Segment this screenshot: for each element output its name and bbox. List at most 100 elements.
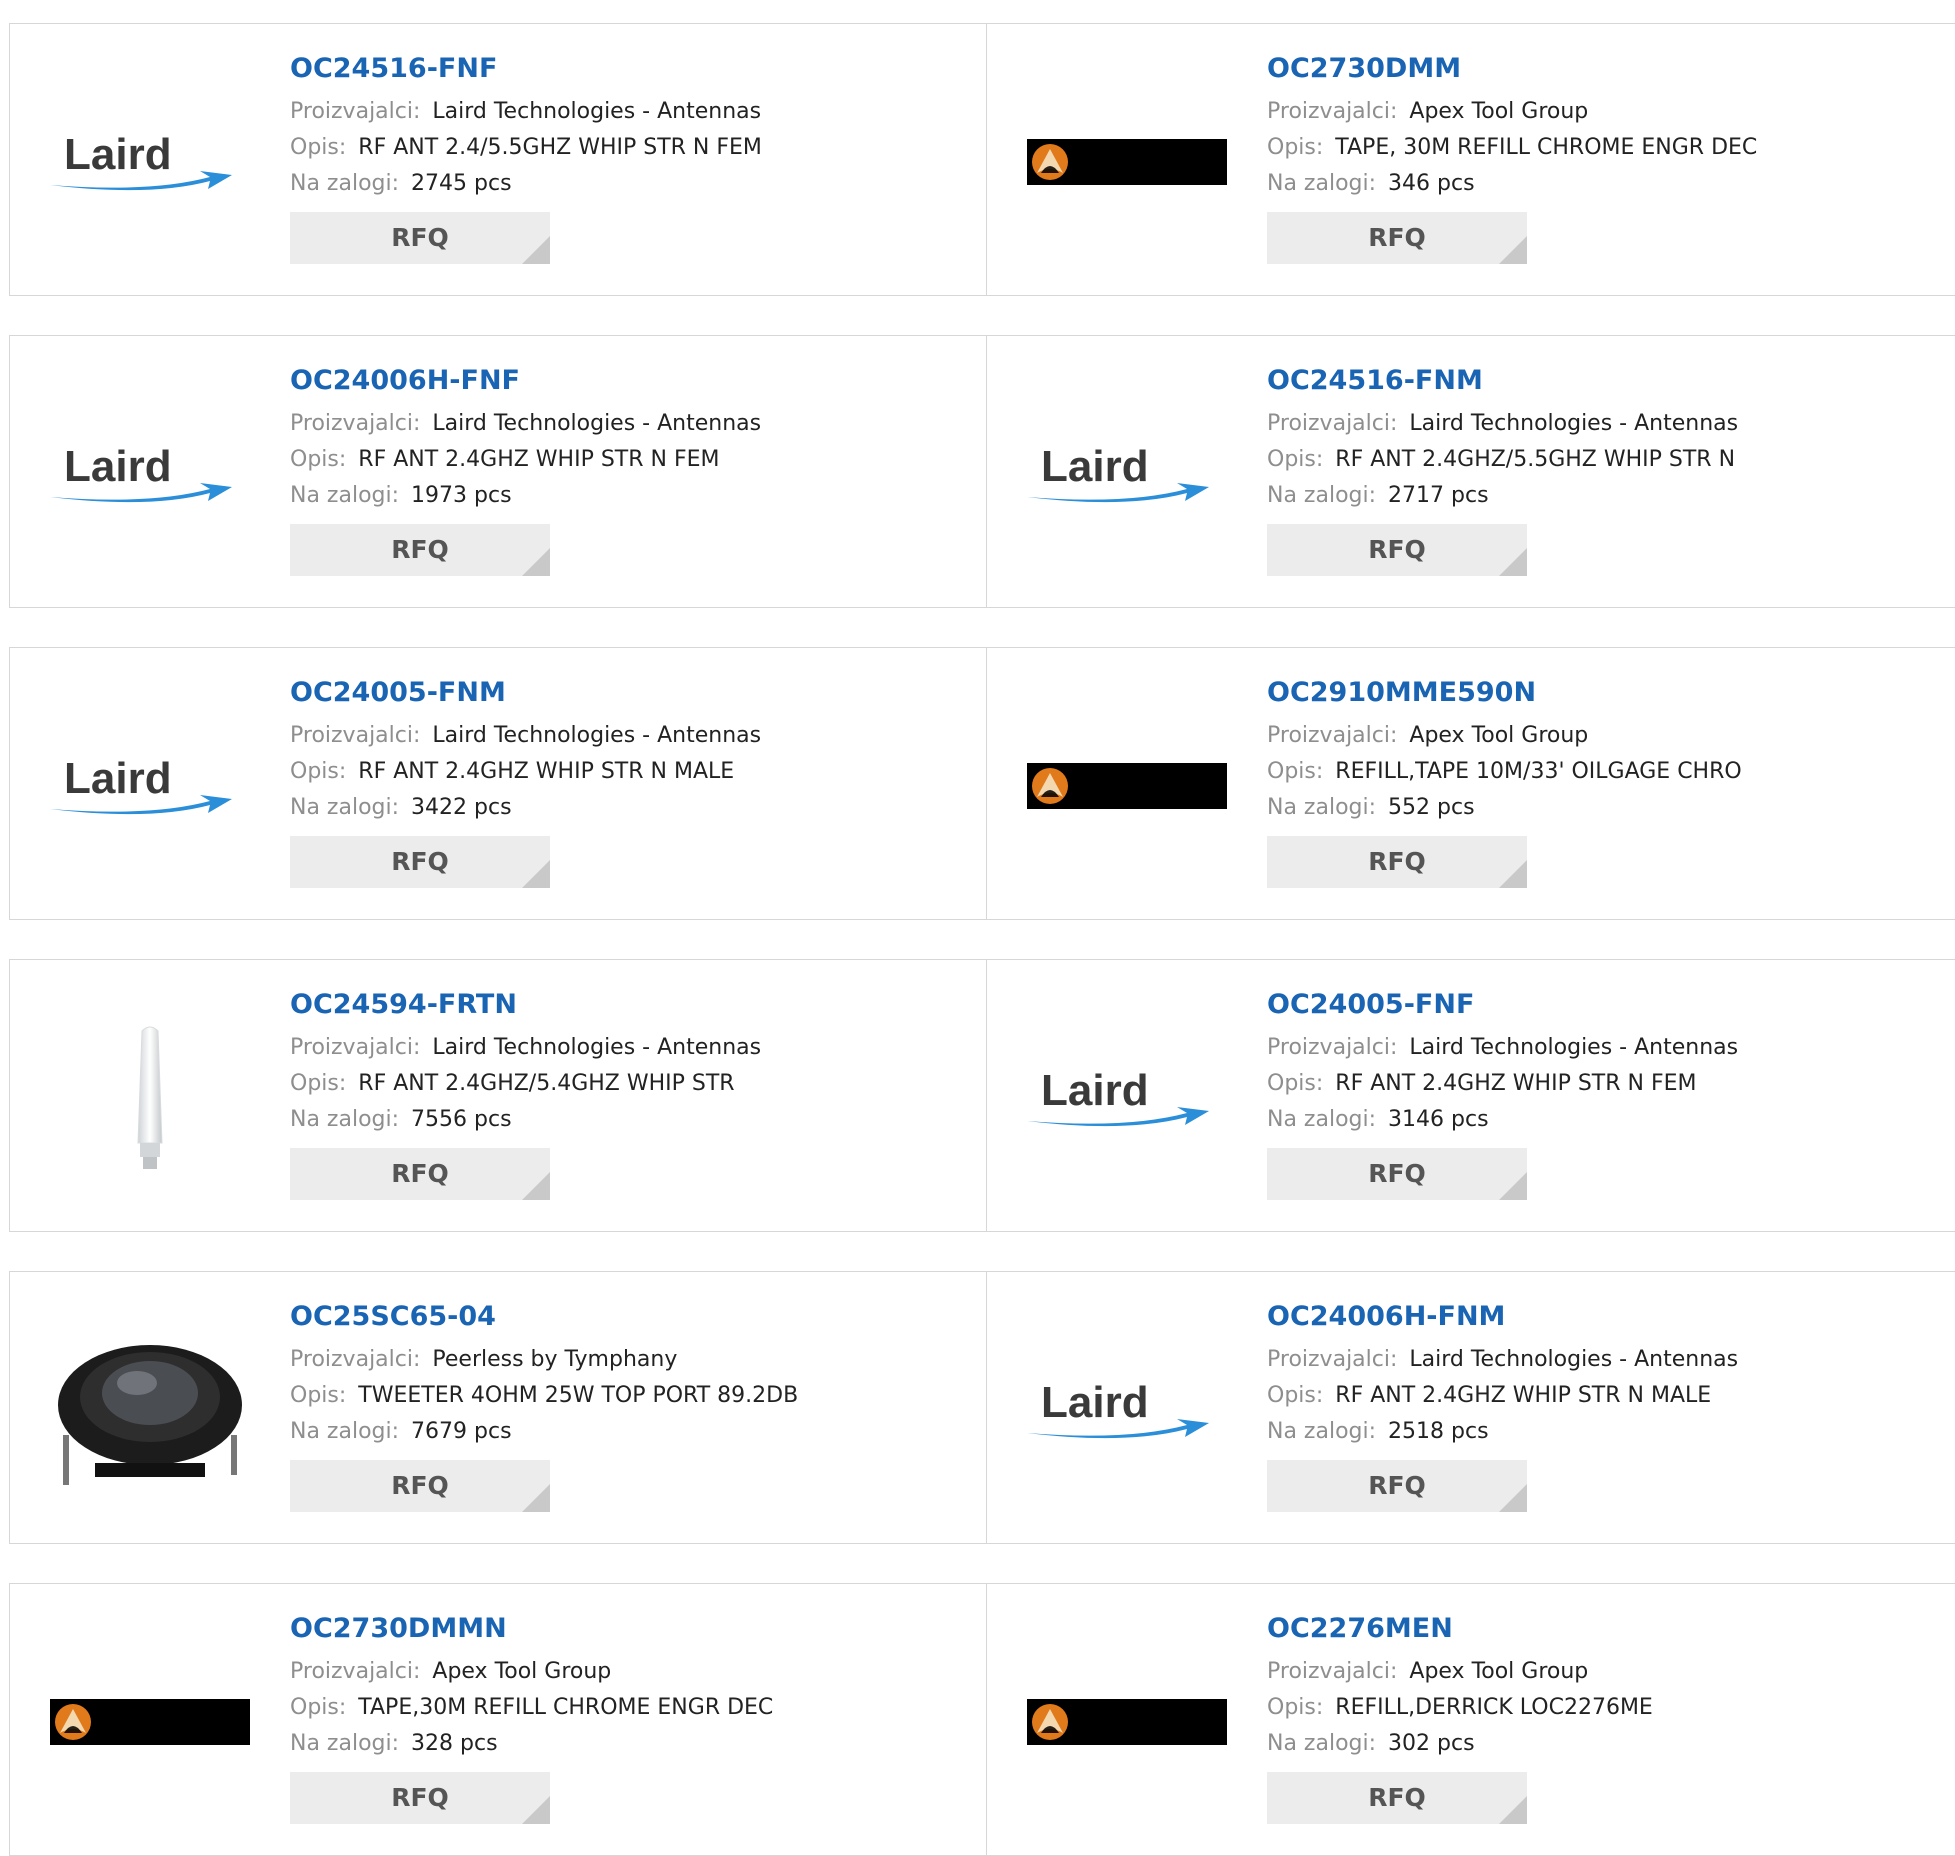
- laird-logo[interactable]: Laird: [50, 384, 250, 564]
- manufacturer-label: Proizvajalci:: [1267, 1347, 1398, 1372]
- stock-label: Na zalogi:: [290, 1731, 400, 1756]
- part-number-link[interactable]: OC24594-FRTN: [290, 988, 761, 1022]
- description-value: REFILL,DERRICK LOC2276ME: [1335, 1695, 1653, 1720]
- description-line: Opis: TAPE,30M REFILL CHROME ENGR DEC: [290, 1690, 773, 1726]
- rfq-button[interactable]: RFQ: [1267, 524, 1527, 576]
- rfq-button-label: RFQ: [391, 1783, 449, 1812]
- corner-triangle-icon: [522, 1172, 550, 1200]
- stock-line: Na zalogi: 1973 pcs: [290, 478, 761, 514]
- rfq-button[interactable]: RFQ: [290, 524, 550, 576]
- tweeter-photo[interactable]: [50, 1320, 250, 1500]
- rfq-button-label: RFQ: [391, 1471, 449, 1500]
- manufacturer-value: Laird Technologies - Antennas: [1409, 411, 1739, 436]
- description-line: Opis: RF ANT 2.4GHZ WHIP STR N FEM: [290, 442, 761, 478]
- manufacturer-value: Laird Technologies - Antennas: [432, 1035, 762, 1060]
- stock-line: Na zalogi: 328 pcs: [290, 1726, 773, 1762]
- description-line: Opis: REFILL,DERRICK LOC2276ME: [1267, 1690, 1653, 1726]
- laird-logo[interactable]: Laird: [1027, 1320, 1227, 1500]
- apex-logo[interactable]: [50, 1632, 250, 1812]
- description-line: Opis: RF ANT 2.4GHZ WHIP STR N MALE: [1267, 1378, 1738, 1414]
- description-label: Opis:: [1267, 447, 1324, 472]
- corner-triangle-icon: [522, 1796, 550, 1824]
- stock-value: 2717 pcs: [1388, 483, 1489, 508]
- laird-logo-text: Laird: [64, 442, 172, 491]
- product-card: Laird OC24005-FNM Proizvajalci: Laird Techn…: [10, 648, 987, 919]
- product-row: Laird OC24005-FNM Proizvajalci: Laird Techn…: [9, 647, 1955, 920]
- description-value: RF ANT 2.4GHZ WHIP STR N MALE: [1335, 1383, 1712, 1408]
- part-number-link[interactable]: OC24006H-FNF: [290, 364, 761, 398]
- part-number-link[interactable]: OC2730DMM: [1267, 52, 1757, 86]
- description-value: RF ANT 2.4GHZ WHIP STR N MALE: [358, 759, 735, 784]
- description-label: Opis:: [290, 135, 347, 160]
- description-line: Opis: REFILL,TAPE 10M/33' OILGAGE CHRO: [1267, 754, 1742, 790]
- part-number-link[interactable]: OC24516-FNM: [1267, 364, 1738, 398]
- part-number-link[interactable]: OC2910MME590N: [1267, 676, 1742, 710]
- description-label: Opis:: [290, 759, 347, 784]
- stock-value: 2745 pcs: [411, 171, 512, 196]
- part-number-link[interactable]: OC24005-FNM: [290, 676, 761, 710]
- stock-value: 302 pcs: [1388, 1731, 1475, 1756]
- rfq-button-label: RFQ: [1368, 1471, 1426, 1500]
- part-number-link[interactable]: OC24005-FNF: [1267, 988, 1738, 1022]
- laird-logo-text: Laird: [1041, 1378, 1149, 1427]
- rfq-button[interactable]: RFQ: [1267, 212, 1527, 264]
- manufacturer-label: Proizvajalci:: [1267, 723, 1398, 748]
- laird-logo[interactable]: Laird: [1027, 384, 1227, 564]
- rfq-button[interactable]: RFQ: [1267, 1148, 1527, 1200]
- stock-value: 346 pcs: [1388, 171, 1475, 196]
- stock-line: Na zalogi: 346 pcs: [1267, 166, 1757, 202]
- stock-line: Na zalogi: 2717 pcs: [1267, 478, 1738, 514]
- manufacturer-line: Proizvajalci: Apex Tool Group: [1267, 1654, 1653, 1690]
- rfq-button[interactable]: RFQ: [1267, 1772, 1527, 1824]
- manufacturer-line: Proizvajalci: Laird Technologies - Antenn…: [1267, 406, 1738, 442]
- part-number-link[interactable]: OC25SC65-04: [290, 1300, 798, 1334]
- apex-logo[interactable]: [1027, 696, 1227, 876]
- product-card: Laird OC24006H-FNM Proizvajalci: Laird Tech…: [987, 1272, 1955, 1543]
- description-label: Opis:: [290, 1071, 347, 1096]
- description-label: Opis:: [290, 1695, 347, 1720]
- apex-logo[interactable]: [1027, 72, 1227, 252]
- product-row: OC2730DMMN Proizvajalci: Apex Tool Group Op…: [9, 1583, 1955, 1856]
- manufacturer-value: Apex Tool Group: [1409, 99, 1589, 124]
- stock-value: 1973 pcs: [411, 483, 512, 508]
- rfq-button[interactable]: RFQ: [1267, 836, 1527, 888]
- stock-line: Na zalogi: 3146 pcs: [1267, 1102, 1738, 1138]
- stock-label: Na zalogi:: [290, 171, 400, 196]
- rfq-button-label: RFQ: [1368, 1159, 1426, 1188]
- part-number-link[interactable]: OC24006H-FNM: [1267, 1300, 1738, 1334]
- rfq-button[interactable]: RFQ: [290, 212, 550, 264]
- manufacturer-value: Laird Technologies - Antennas: [432, 411, 762, 436]
- description-label: Opis:: [1267, 759, 1324, 784]
- manufacturer-value: Laird Technologies - Antennas: [1409, 1347, 1739, 1372]
- description-value: TAPE,30M REFILL CHROME ENGR DEC: [358, 1695, 774, 1720]
- rfq-button[interactable]: RFQ: [1267, 1460, 1527, 1512]
- part-number-link[interactable]: OC2730DMMN: [290, 1612, 773, 1646]
- antenna-photo[interactable]: [50, 1008, 250, 1188]
- manufacturer-line: Proizvajalci: Laird Technologies - Antenn…: [290, 406, 761, 442]
- product-info: OC2276MEN Proizvajalci: Apex Tool Group Opi…: [1267, 1612, 1653, 1824]
- laird-logo-text: Laird: [1041, 1066, 1149, 1115]
- product-info: OC24006H-FNM Proizvajalci: Laird Technolog…: [1267, 1300, 1738, 1512]
- stock-label: Na zalogi:: [1267, 171, 1377, 196]
- corner-triangle-icon: [1499, 548, 1527, 576]
- corner-triangle-icon: [522, 548, 550, 576]
- product-row: OC24594-FRTN Proizvajalci: Laird Technolog…: [9, 959, 1955, 1232]
- laird-logo-text: Laird: [64, 130, 172, 179]
- rfq-button[interactable]: RFQ: [290, 1460, 550, 1512]
- part-number-link[interactable]: OC24516-FNF: [290, 52, 762, 86]
- rfq-button[interactable]: RFQ: [290, 1772, 550, 1824]
- rfq-button[interactable]: RFQ: [290, 1148, 550, 1200]
- manufacturer-value: Apex Tool Group: [432, 1659, 612, 1684]
- laird-logo[interactable]: Laird: [50, 72, 250, 252]
- laird-logo[interactable]: Laird: [50, 696, 250, 876]
- apex-logo[interactable]: [1027, 1632, 1227, 1812]
- part-number-link[interactable]: OC2276MEN: [1267, 1612, 1653, 1646]
- manufacturer-label: Proizvajalci:: [1267, 1659, 1398, 1684]
- product-card: OC2910MME590N Proizvajalci: Apex Tool Grou…: [987, 648, 1955, 919]
- description-value: TAPE, 30M REFILL CHROME ENGR DEC: [1335, 135, 1758, 160]
- rfq-button-label: RFQ: [391, 535, 449, 564]
- description-label: Opis:: [1267, 1071, 1324, 1096]
- laird-logo[interactable]: Laird: [1027, 1008, 1227, 1188]
- manufacturer-value: Laird Technologies - Antennas: [432, 99, 762, 124]
- rfq-button[interactable]: RFQ: [290, 836, 550, 888]
